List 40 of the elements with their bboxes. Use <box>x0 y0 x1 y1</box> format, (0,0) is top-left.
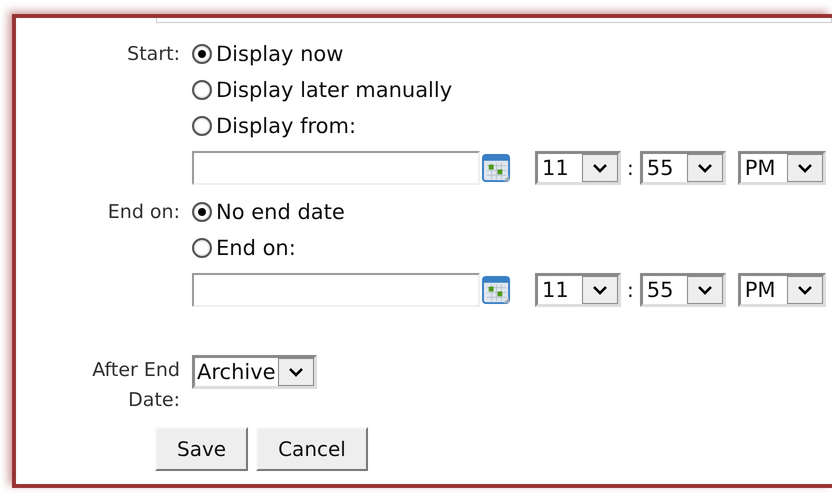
chevron-down-icon <box>696 163 713 173</box>
radio-option[interactable]: Display now <box>192 41 344 67</box>
chevron-down-icon <box>592 163 608 173</box>
time-separator: : <box>627 278 634 302</box>
radio-option[interactable]: No end date <box>192 199 345 225</box>
minute-select[interactable]: 55 <box>640 151 726 185</box>
chevron-down-icon <box>696 285 713 295</box>
calendar-icon[interactable] <box>482 276 511 304</box>
after-end-select[interactable]: Archive <box>192 355 317 389</box>
radio-option[interactable]: End on: <box>192 235 296 261</box>
date-field[interactable] <box>192 273 480 307</box>
radio-button[interactable] <box>192 238 212 258</box>
chevron-down-icon <box>796 163 813 173</box>
date-field[interactable] <box>192 151 480 185</box>
field-label: End on: <box>108 200 180 225</box>
chevron-down-icon <box>288 367 304 377</box>
radio-button[interactable] <box>192 80 212 100</box>
chevron-down-icon <box>796 285 813 295</box>
radio-button[interactable] <box>192 202 212 222</box>
time-separator: : <box>627 156 634 180</box>
field-label: Start: <box>127 42 180 67</box>
radio-option[interactable]: Display from: <box>192 113 356 139</box>
form-button[interactable]: Cancel <box>256 427 368 471</box>
hour-select[interactable]: 11 <box>535 273 621 307</box>
form-button[interactable]: Save <box>155 427 248 471</box>
calendar-icon[interactable] <box>482 154 511 182</box>
radio-button[interactable] <box>192 44 212 64</box>
chevron-down-icon <box>592 285 608 295</box>
ampm-select[interactable]: PM <box>738 151 826 185</box>
radio-label: No end date <box>216 200 345 224</box>
field-label: After End Date: <box>91 358 180 413</box>
radio-option[interactable]: Display later manually <box>192 77 452 103</box>
radio-label: Display from: <box>216 114 356 138</box>
radio-button[interactable] <box>192 116 212 136</box>
radio-label: Display later manually <box>216 78 452 102</box>
hour-select[interactable]: 11 <box>535 151 621 185</box>
ampm-select[interactable]: PM <box>738 273 826 307</box>
radio-label: End on: <box>216 236 296 260</box>
radio-label: Display now <box>216 42 344 66</box>
minute-select[interactable]: 55 <box>640 273 726 307</box>
